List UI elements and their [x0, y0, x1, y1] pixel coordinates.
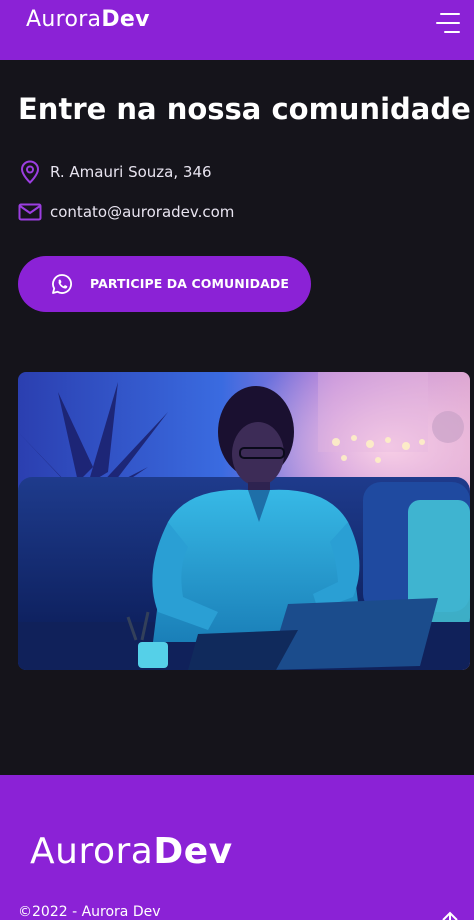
- back-to-top-button[interactable]: [440, 909, 460, 920]
- footer-logo-bold-text: Dev: [153, 831, 233, 872]
- menu-button[interactable]: [434, 10, 464, 36]
- location-pin-icon: [18, 160, 42, 184]
- logo-light-text: Aurora: [26, 7, 102, 32]
- email-row: contato@auroradev.com: [18, 199, 234, 225]
- hamburger-menu-icon: [436, 13, 460, 33]
- address-row: R. Amauri Souza, 346: [18, 159, 212, 185]
- copyright-text: ©2022 - Aurora Dev: [18, 904, 161, 920]
- page-title: Entre na nossa comunidade!: [18, 92, 474, 126]
- envelope-icon: [18, 200, 42, 224]
- join-community-label: PARTICIPE DA COMUNIDADE: [90, 276, 289, 291]
- email-link[interactable]: contato@auroradev.com: [50, 203, 234, 221]
- header-logo[interactable]: AuroraDev: [26, 6, 150, 34]
- arrow-up-icon: [442, 911, 458, 920]
- site-footer: AuroraDev ©2022 - Aurora Dev: [0, 775, 474, 920]
- logo-bold-text: Dev: [101, 7, 150, 32]
- footer-logo-light-text: Aurora: [30, 831, 154, 872]
- footer-logo[interactable]: AuroraDev: [30, 829, 233, 875]
- join-community-button[interactable]: PARTICIPE DA COMUNIDADE: [18, 256, 311, 312]
- community-photo: [18, 372, 470, 670]
- whatsapp-icon: [51, 273, 73, 295]
- address-text: R. Amauri Souza, 346: [50, 163, 212, 181]
- site-header: AuroraDev: [0, 0, 474, 60]
